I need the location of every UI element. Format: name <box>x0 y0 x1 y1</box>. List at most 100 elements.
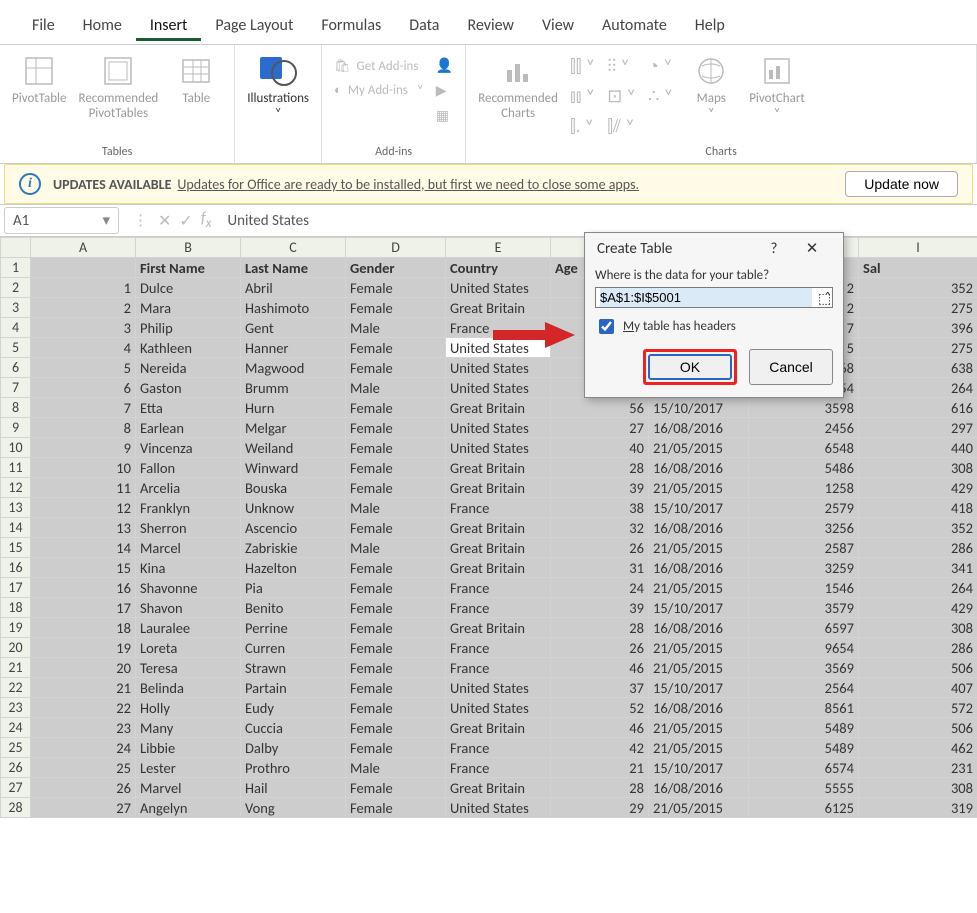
cell[interactable]: Great Britain <box>446 618 551 638</box>
cell[interactable]: 4 <box>31 338 136 358</box>
row-header[interactable]: 13 <box>1 498 31 518</box>
cell[interactable]: Female <box>346 558 446 578</box>
cell[interactable]: 32 <box>551 518 649 538</box>
cell[interactable]: Gaston <box>136 378 241 398</box>
cell[interactable]: Cuccia <box>241 718 346 738</box>
cell[interactable]: 8 <box>31 418 136 438</box>
cell[interactable]: 22 <box>31 698 136 718</box>
people-icon[interactable]: 👤 <box>436 57 453 74</box>
row-header[interactable]: 23 <box>1 698 31 718</box>
cell[interactable]: Male <box>346 318 446 338</box>
cell[interactable]: Female <box>346 658 446 678</box>
cell[interactable]: Female <box>346 698 446 718</box>
cell[interactable]: 17 <box>31 598 136 618</box>
cell[interactable]: 21/05/2015 <box>649 578 749 598</box>
table-row[interactable]: 2827AngelynVongFemaleUnited States2921/0… <box>1 798 977 818</box>
cell[interactable]: Franklyn <box>136 498 241 518</box>
row-header[interactable]: 28 <box>1 798 31 818</box>
cell[interactable]: 46 <box>551 718 649 738</box>
cell[interactable]: Hanner <box>241 338 346 358</box>
row-header[interactable]: 14 <box>1 518 31 538</box>
cell[interactable]: Shavonne <box>136 578 241 598</box>
cell[interactable]: 2579 <box>749 498 859 518</box>
column-header-i[interactable]: I <box>859 238 977 258</box>
table-row[interactable]: 1312FranklynUnknowMaleFrance3815/10/2017… <box>1 498 977 518</box>
cell[interactable]: 24 <box>31 738 136 758</box>
table-row[interactable]: 1514MarcelZabriskieMaleGreat Britain2621… <box>1 538 977 558</box>
menu-file[interactable]: File <box>18 10 69 41</box>
cell[interactable]: 275 <box>859 338 977 358</box>
cell[interactable]: 20 <box>31 658 136 678</box>
dialog-titlebar[interactable]: Create Table ? ✕ <box>585 233 843 264</box>
ok-button[interactable]: OK <box>648 354 732 380</box>
cell[interactable]: 264 <box>859 378 977 398</box>
table-row[interactable]: 1918LauraleePerrineFemaleGreat Britain28… <box>1 618 977 638</box>
cell[interactable]: Dulce <box>136 278 241 298</box>
name-box-dropdown-icon[interactable]: ▾ <box>102 211 110 230</box>
cell[interactable]: 462 <box>859 738 977 758</box>
cell[interactable]: Gent <box>241 318 346 338</box>
cell[interactable]: 429 <box>859 598 977 618</box>
cell[interactable]: France <box>446 738 551 758</box>
header-cell[interactable]: Last Name <box>241 258 346 278</box>
cell[interactable]: Lauralee <box>136 618 241 638</box>
column-header-c[interactable]: C <box>241 238 346 258</box>
cell[interactable]: 39 <box>551 478 649 498</box>
cell[interactable]: Fallon <box>136 458 241 478</box>
cell[interactable]: 15/10/2017 <box>649 398 749 418</box>
cell[interactable]: Abril <box>241 278 346 298</box>
table-row[interactable]: 1615KinaHazeltonFemaleGreat Britain3116/… <box>1 558 977 578</box>
cell[interactable]: 8561 <box>749 698 859 718</box>
column-header-d[interactable]: D <box>346 238 446 258</box>
cell[interactable]: 1546 <box>749 578 859 598</box>
cell[interactable]: Female <box>346 418 446 438</box>
cell[interactable]: 13 <box>31 518 136 538</box>
cell[interactable]: Female <box>346 738 446 758</box>
line-chart-icon[interactable]: ⫶⫶ ˅ <box>607 55 636 77</box>
cell[interactable]: Nereida <box>136 358 241 378</box>
cell[interactable]: Female <box>346 298 446 318</box>
cell[interactable]: 21 <box>31 678 136 698</box>
table-row[interactable]: 1817ShavonBenitoFemaleFrance3915/10/2017… <box>1 598 977 618</box>
cell[interactable]: Many <box>136 718 241 738</box>
cell[interactable]: 21/05/2015 <box>649 738 749 758</box>
cell[interactable]: 12 <box>31 498 136 518</box>
cell[interactable]: Great Britain <box>446 458 551 478</box>
cell[interactable]: 37 <box>551 678 649 698</box>
cell[interactable]: 21/05/2015 <box>649 478 749 498</box>
cell[interactable]: United States <box>446 338 551 358</box>
cell[interactable]: France <box>446 578 551 598</box>
row-header[interactable]: 25 <box>1 738 31 758</box>
cell[interactable]: Vincenza <box>136 438 241 458</box>
cell[interactable]: 418 <box>859 498 977 518</box>
header-cell[interactable]: Gender <box>346 258 446 278</box>
row-header[interactable]: 4 <box>1 318 31 338</box>
cell[interactable]: Kathleen <box>136 338 241 358</box>
cell[interactable]: 3 <box>31 318 136 338</box>
cell[interactable]: Female <box>346 638 446 658</box>
cell[interactable]: Great Britain <box>446 518 551 538</box>
cell[interactable]: Shavon <box>136 598 241 618</box>
cell[interactable]: Great Britain <box>446 538 551 558</box>
cell[interactable]: 56 <box>551 398 649 418</box>
cell[interactable]: Female <box>346 338 446 358</box>
row-header[interactable]: 16 <box>1 558 31 578</box>
cell[interactable]: 27 <box>551 418 649 438</box>
get-addins-button[interactable]: 🛍 Get Add-ins <box>334 59 424 74</box>
cell[interactable]: 40 <box>551 438 649 458</box>
cell[interactable]: Hashimoto <box>241 298 346 318</box>
cell[interactable]: Perrine <box>241 618 346 638</box>
cell[interactable]: 15 <box>31 558 136 578</box>
table-row[interactable]: 1211ArceliaBouskaFemaleGreat Britain3921… <box>1 478 977 498</box>
hierarchy-chart-icon[interactable]: ⫾⫾ ˅ <box>570 85 595 107</box>
cell[interactable]: 6574 <box>749 758 859 778</box>
fx-icon[interactable]: fx <box>201 209 212 231</box>
cell[interactable]: United States <box>446 438 551 458</box>
menu-help[interactable]: Help <box>681 10 739 41</box>
row-header[interactable]: 19 <box>1 618 31 638</box>
cell[interactable]: 341 <box>859 558 977 578</box>
cell[interactable]: Female <box>346 718 446 738</box>
cell[interactable]: United States <box>446 358 551 378</box>
cell[interactable]: Female <box>346 578 446 598</box>
cell[interactable]: 31 <box>551 558 649 578</box>
